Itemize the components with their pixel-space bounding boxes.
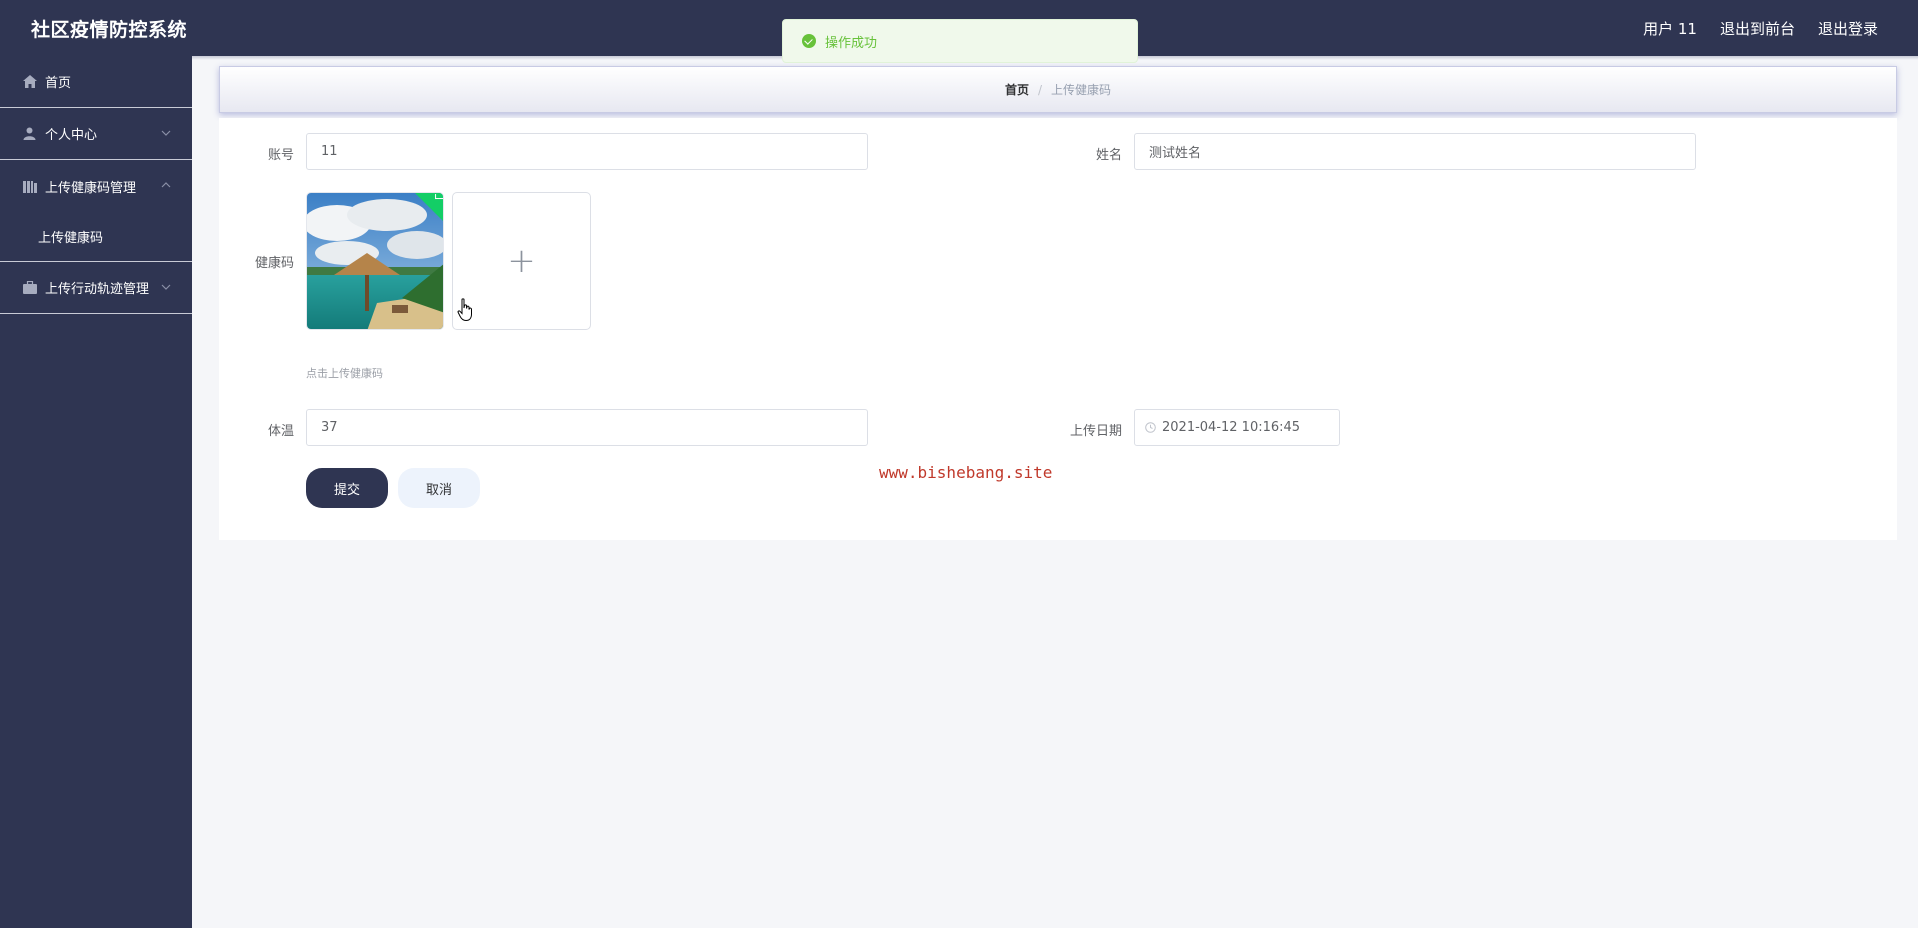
logout-link[interactable]: 退出登录 <box>1818 18 1878 39</box>
breadcrumb: 首页 / 上传健康码 <box>219 66 1897 113</box>
upload-date-value: 2021-04-12 10:16:45 <box>1162 420 1301 435</box>
breadcrumb-home[interactable]: 首页 <box>1005 81 1029 98</box>
chevron-down-icon <box>160 127 172 139</box>
grid-icon <box>22 179 37 194</box>
sidebar-item-home[interactable]: 首页 <box>0 56 192 108</box>
sidebar: 首页 个人中心 上传健康码管理 上传健康码 上传行动轨迹管理 <box>0 56 192 928</box>
clock-icon <box>1145 422 1156 433</box>
current-user-label[interactable]: 用户 11 <box>1643 18 1697 39</box>
breadcrumb-current: 上传健康码 <box>1051 83 1112 97</box>
sidebar-item-upload-health-code[interactable]: 上传健康码 <box>0 212 192 262</box>
header-actions: 用户 11 退出到前台 退出登录 <box>1643 18 1878 39</box>
account-label: 账号 <box>267 148 294 163</box>
sidebar-item-label: 上传健康码管理 <box>45 180 137 196</box>
breadcrumb-separator: / <box>1037 82 1043 97</box>
exit-to-front-link[interactable]: 退出到前台 <box>1720 18 1795 39</box>
account-field[interactable]: 11 <box>306 133 868 170</box>
chevron-down-icon <box>160 281 172 293</box>
user-icon <box>22 126 37 141</box>
upload-date-picker[interactable]: 2021-04-12 10:16:45 <box>1134 409 1340 446</box>
check-icon <box>435 194 443 200</box>
plus-icon: + <box>507 241 536 281</box>
sidebar-item-track-management[interactable]: 上传行动轨迹管理 <box>0 262 192 314</box>
watermark: www.bishebang.site <box>879 463 1053 482</box>
name-field[interactable]: 测试姓名 <box>1134 133 1696 170</box>
submit-button[interactable]: 提交 <box>306 468 388 508</box>
sidebar-item-label: 个人中心 <box>45 128 98 143</box>
hand-cursor-icon <box>457 298 475 326</box>
health-code-label: 健康码 <box>254 256 294 271</box>
sidebar-item-health-code-management[interactable]: 上传健康码管理 <box>0 160 192 212</box>
success-icon <box>802 34 816 48</box>
briefcase-icon <box>22 280 37 295</box>
app-title: 社区疫情防控系统 <box>31 19 188 41</box>
temperature-label: 体温 <box>267 424 294 439</box>
upload-tip: 点击上传健康码 <box>306 367 383 380</box>
chevron-up-icon <box>160 179 172 191</box>
upload-date-label: 上传日期 <box>1069 424 1122 439</box>
temperature-field[interactable]: 37 <box>306 409 868 446</box>
sidebar-item-label: 首页 <box>45 76 72 91</box>
toast-message: 操作成功 <box>825 35 878 51</box>
name-label: 姓名 <box>1095 148 1122 163</box>
cancel-button[interactable]: 取消 <box>398 468 480 508</box>
sidebar-item-personal-center[interactable]: 个人中心 <box>0 108 192 160</box>
health-code-image[interactable] <box>306 192 444 330</box>
success-toast: 操作成功 <box>782 19 1138 63</box>
home-icon <box>22 74 37 89</box>
sidebar-item-label: 上传行动轨迹管理 <box>45 282 150 297</box>
